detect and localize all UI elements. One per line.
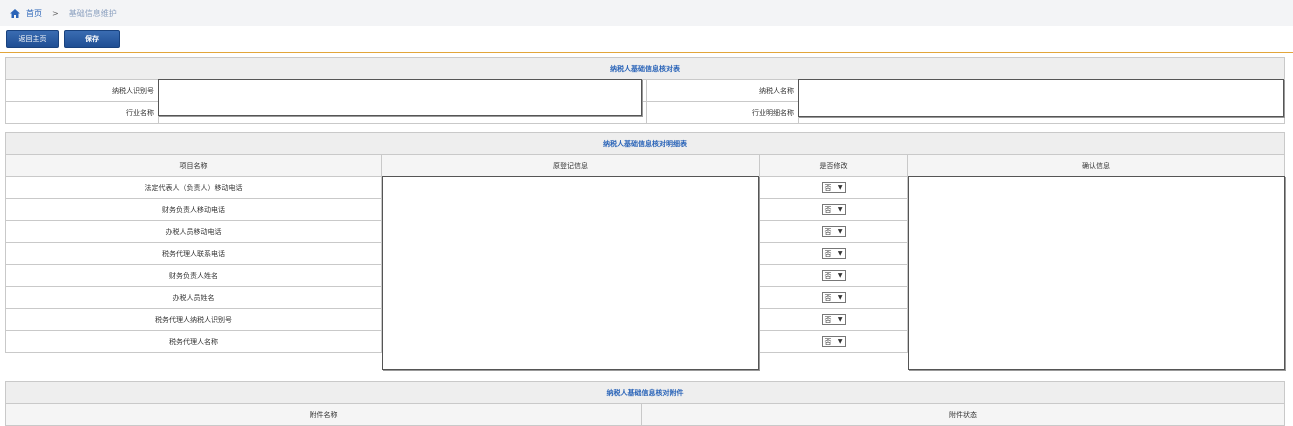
home-icon[interactable] <box>10 8 20 18</box>
row-item-name: 税务代理人纳税人识别号 <box>5 308 382 331</box>
table3-title: 纳税人基础信息核对附件 <box>5 381 1285 404</box>
chevron-down-icon: ▼ <box>837 184 843 191</box>
modified-select[interactable]: 否 ▼ <box>821 226 846 237</box>
table2-title: 纳税人基础信息核对明细表 <box>5 132 1285 155</box>
row-item-name: 法定代表人（负责人）移动电话 <box>5 176 382 199</box>
column-header-original-info: 原登记信息 <box>381 154 760 177</box>
column-header-attachment-status: 附件状态 <box>641 403 1285 426</box>
taxpayer-id-label: 纳税人识别号 <box>5 79 159 102</box>
modified-cell: 否 ▼ <box>759 286 908 309</box>
chevron-down-icon: ▼ <box>837 294 843 301</box>
column-header-modified: 是否修改 <box>759 154 908 177</box>
row-item-name: 办税人员移动电话 <box>5 220 382 243</box>
modified-select[interactable]: 否 ▼ <box>821 314 846 325</box>
row-item-name: 财务负责人移动电话 <box>5 198 382 221</box>
modified-select[interactable]: 否 ▼ <box>821 336 846 347</box>
modified-cell: 否 ▼ <box>759 330 908 353</box>
chevron-down-icon: ▼ <box>837 228 843 235</box>
confirmed-info-textarea[interactable] <box>908 176 1285 370</box>
breadcrumb: 首页 > 基础信息维护 <box>0 0 1293 26</box>
column-header-item-name: 项目名称 <box>5 154 382 177</box>
taxpayer-id-input[interactable] <box>158 79 642 116</box>
row-item-name: 办税人员姓名 <box>5 286 382 309</box>
modified-cell: 否 ▼ <box>759 264 908 287</box>
modified-cell: 否 ▼ <box>759 242 908 265</box>
modified-select[interactable]: 否 ▼ <box>821 292 846 303</box>
taxpayer-attachment-table: 纳税人基础信息核对附件 附件名称 附件状态 <box>5 381 1285 426</box>
modified-cell: 否 ▼ <box>759 220 908 243</box>
breadcrumb-current: 基础信息维护 <box>68 8 117 18</box>
breadcrumb-separator: > <box>52 8 59 18</box>
modified-select[interactable]: 否 ▼ <box>821 248 846 259</box>
row-item-name: 税务代理人联系电话 <box>5 242 382 265</box>
modified-cell: 否 ▼ <box>759 308 908 331</box>
row-item-name: 税务代理人名称 <box>5 330 382 353</box>
industry-detail-label: 行业明细名称 <box>646 101 799 124</box>
divider-line <box>0 52 1293 53</box>
return-home-button[interactable]: 返回主页 <box>6 30 59 48</box>
chevron-down-icon: ▼ <box>837 338 843 345</box>
table1-title: 纳税人基础信息核对表 <box>5 57 1285 80</box>
industry-label: 行业名称 <box>5 101 159 124</box>
chevron-down-icon: ▼ <box>837 272 843 279</box>
row-item-name: 财务负责人姓名 <box>5 264 382 287</box>
save-button[interactable]: 保存 <box>64 30 120 48</box>
taxpayer-name-input[interactable] <box>798 79 1284 117</box>
original-info-textarea[interactable] <box>382 176 759 370</box>
modified-cell: 否 ▼ <box>759 176 908 199</box>
chevron-down-icon: ▼ <box>837 316 843 323</box>
modified-select[interactable]: 否 ▼ <box>821 204 846 215</box>
chevron-down-icon: ▼ <box>837 206 843 213</box>
column-header-attachment-name: 附件名称 <box>5 403 642 426</box>
breadcrumb-home-link[interactable]: 首页 <box>26 8 42 19</box>
modified-select[interactable]: 否 ▼ <box>821 270 846 281</box>
toolbar: 返回主页 保存 <box>6 30 120 48</box>
modified-select[interactable]: 否 ▼ <box>821 182 846 193</box>
chevron-down-icon: ▼ <box>837 250 843 257</box>
modified-cell: 否 ▼ <box>759 198 908 221</box>
taxpayer-name-label: 纳税人名称 <box>646 79 799 102</box>
column-header-confirmed-info: 确认信息 <box>907 154 1285 177</box>
